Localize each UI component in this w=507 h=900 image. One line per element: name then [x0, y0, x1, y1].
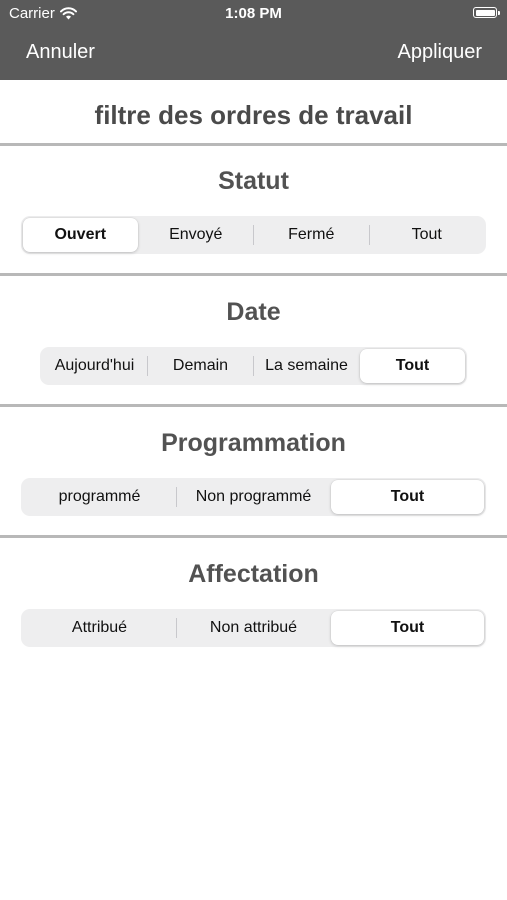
segment-option[interactable]: Aujourd'hui — [42, 349, 147, 383]
section-title-statut: Statut — [218, 167, 289, 195]
segment-option[interactable]: Fermé — [254, 218, 369, 252]
segmented-control-date: Aujourd'hui Demain La semaine Tout — [40, 347, 467, 385]
page-title: filtre des ordres de travail — [94, 100, 413, 130]
segment-option[interactable]: Envoyé — [139, 218, 254, 252]
segment-option[interactable]: Non programmé — [177, 480, 330, 514]
status-time: 1:08 PM — [225, 5, 282, 22]
battery-icon — [473, 7, 500, 18]
segmented-control-programmation: programmé Non programmé Tout — [21, 478, 486, 516]
segment-option[interactable]: Tout — [360, 349, 465, 383]
segment-option[interactable]: Tout — [331, 611, 484, 645]
apply-button[interactable]: Appliquer — [397, 40, 482, 64]
section-title-date: Date — [226, 298, 281, 326]
divider — [0, 273, 507, 276]
section-title-affectation: Affectation — [188, 560, 319, 588]
segment-option[interactable]: Demain — [148, 349, 253, 383]
navigation-bar: Carrier 1:08 PM Annuler Appliquer — [0, 0, 507, 80]
segment-option[interactable]: Tout — [331, 480, 484, 514]
divider — [0, 143, 507, 146]
segmented-control-statut: Ouvert Envoyé Fermé Tout — [21, 216, 486, 254]
segmented-control-affectation: Attribué Non attribué Tout — [21, 609, 486, 647]
segment-option[interactable]: Tout — [370, 218, 485, 252]
section-title-programmation: Programmation — [161, 429, 346, 457]
divider — [0, 535, 507, 538]
divider — [0, 404, 507, 407]
cancel-button[interactable]: Annuler — [26, 40, 95, 64]
status-bar: Carrier 1:08 PM — [0, 0, 507, 28]
segment-option[interactable]: programmé — [23, 480, 176, 514]
segment-option[interactable]: La semaine — [254, 349, 359, 383]
segment-option[interactable]: Ouvert — [23, 218, 138, 252]
segment-option[interactable]: Non attribué — [177, 611, 330, 645]
segment-option[interactable]: Attribué — [23, 611, 176, 645]
